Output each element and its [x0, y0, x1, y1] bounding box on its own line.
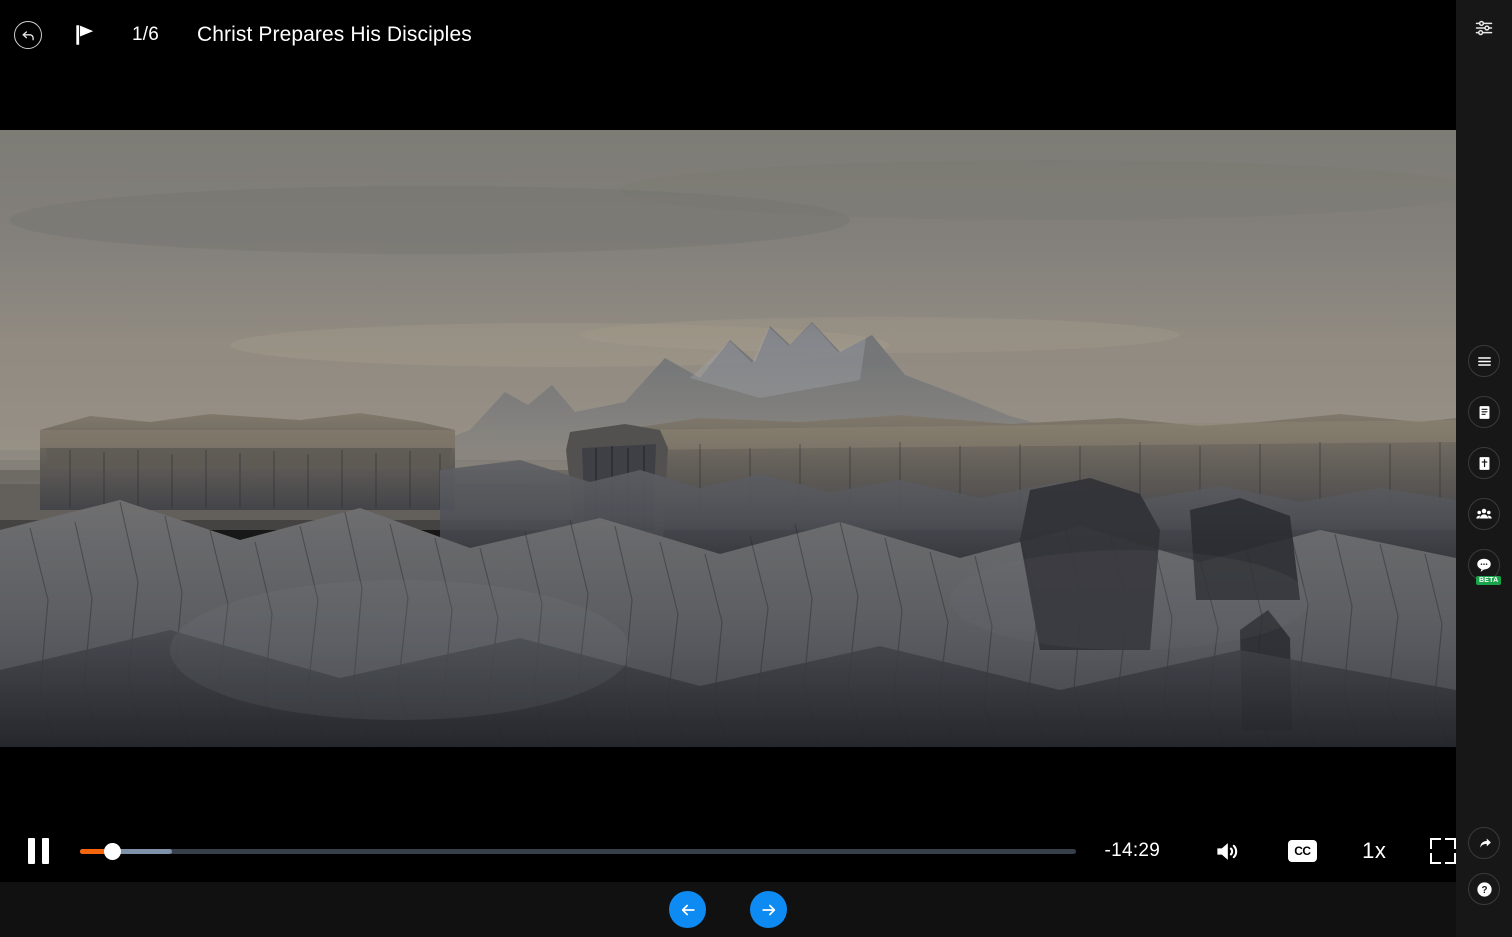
pause-bar-right	[42, 838, 50, 864]
sidebar-item-scriptures[interactable]	[1468, 447, 1500, 479]
volume-button[interactable]	[1212, 835, 1243, 867]
sidebar-item-participants[interactable]	[1468, 498, 1500, 530]
right-sidebar: BETA ?	[1456, 0, 1512, 937]
chat-bubble-icon	[1477, 558, 1491, 572]
closed-captions-button[interactable]: CC	[1287, 840, 1318, 862]
player-header: 1/6 Christ Prepares His Disciples	[0, 0, 1456, 130]
chat-beta-badge: BETA	[1476, 576, 1502, 585]
flag-button[interactable]	[70, 20, 100, 50]
people-group-icon	[1476, 508, 1492, 519]
cc-label: CC	[1294, 844, 1311, 858]
back-button[interactable]	[14, 21, 42, 49]
sidebar-settings-slot	[1456, 0, 1512, 56]
bottom-navigation-bar	[0, 882, 1456, 937]
flag-icon	[76, 25, 94, 45]
scripture-cross-icon	[1479, 456, 1489, 470]
controls-row: -14:29 CC 1x	[0, 830, 1456, 872]
fullscreen-button[interactable]	[1430, 838, 1456, 864]
playback-speed-button[interactable]: 1x	[1362, 838, 1386, 864]
page-title: Christ Prepares His Disciples	[197, 23, 472, 46]
fullscreen-corner-tl	[1430, 838, 1442, 849]
progress-thumb[interactable]	[104, 843, 122, 860]
fullscreen-corner-bl	[1430, 853, 1442, 864]
arrow-left-icon	[681, 904, 695, 915]
time-remaining: -14:29	[1104, 840, 1161, 861]
next-button[interactable]	[750, 891, 787, 928]
pause-bar-left	[28, 838, 36, 864]
share-arrow-icon	[1479, 838, 1491, 848]
sidebar-item-chat[interactable]: BETA	[1468, 549, 1502, 585]
settings-button[interactable]	[1469, 13, 1499, 43]
notes-document-icon	[1479, 405, 1489, 419]
main-content-column: 1/6 Christ Prepares His Disciples -14:29…	[0, 0, 1456, 937]
player-controls: -14:29 CC 1x	[0, 747, 1456, 882]
video-still-image	[0, 130, 1456, 747]
volume-high-icon	[1217, 842, 1238, 860]
arrow-right-icon	[761, 904, 775, 915]
video-surface[interactable]	[0, 130, 1456, 747]
settings-sliders-icon	[1475, 20, 1493, 36]
sidebar-item-notes[interactable]	[1468, 396, 1500, 428]
sidebar-tool-stack: BETA	[1456, 345, 1512, 600]
menu-icon	[1477, 356, 1491, 366]
video-lesson-player: 1/6 Christ Prepares His Disciples -14:29…	[0, 0, 1512, 937]
progress-track	[80, 849, 1077, 854]
previous-button[interactable]	[669, 891, 706, 928]
help-question-icon: ?	[1476, 881, 1492, 897]
header-row: 1/6 Christ Prepares His Disciples	[0, 0, 472, 70]
back-arrow-circle-icon	[22, 30, 34, 40]
progress-scrubber[interactable]	[80, 841, 1077, 861]
svg-text:?: ?	[1481, 885, 1487, 896]
fullscreen-corner-tr	[1445, 838, 1456, 849]
sidebar-bottom-stack: ?	[1456, 827, 1512, 919]
pause-button[interactable]	[22, 834, 55, 868]
fullscreen-corner-br	[1445, 853, 1456, 864]
chapter-counter: 1/6	[132, 24, 160, 45]
sidebar-item-help[interactable]: ?	[1468, 873, 1500, 905]
sidebar-item-share[interactable]	[1468, 827, 1500, 859]
sidebar-item-menu[interactable]	[1468, 345, 1500, 377]
